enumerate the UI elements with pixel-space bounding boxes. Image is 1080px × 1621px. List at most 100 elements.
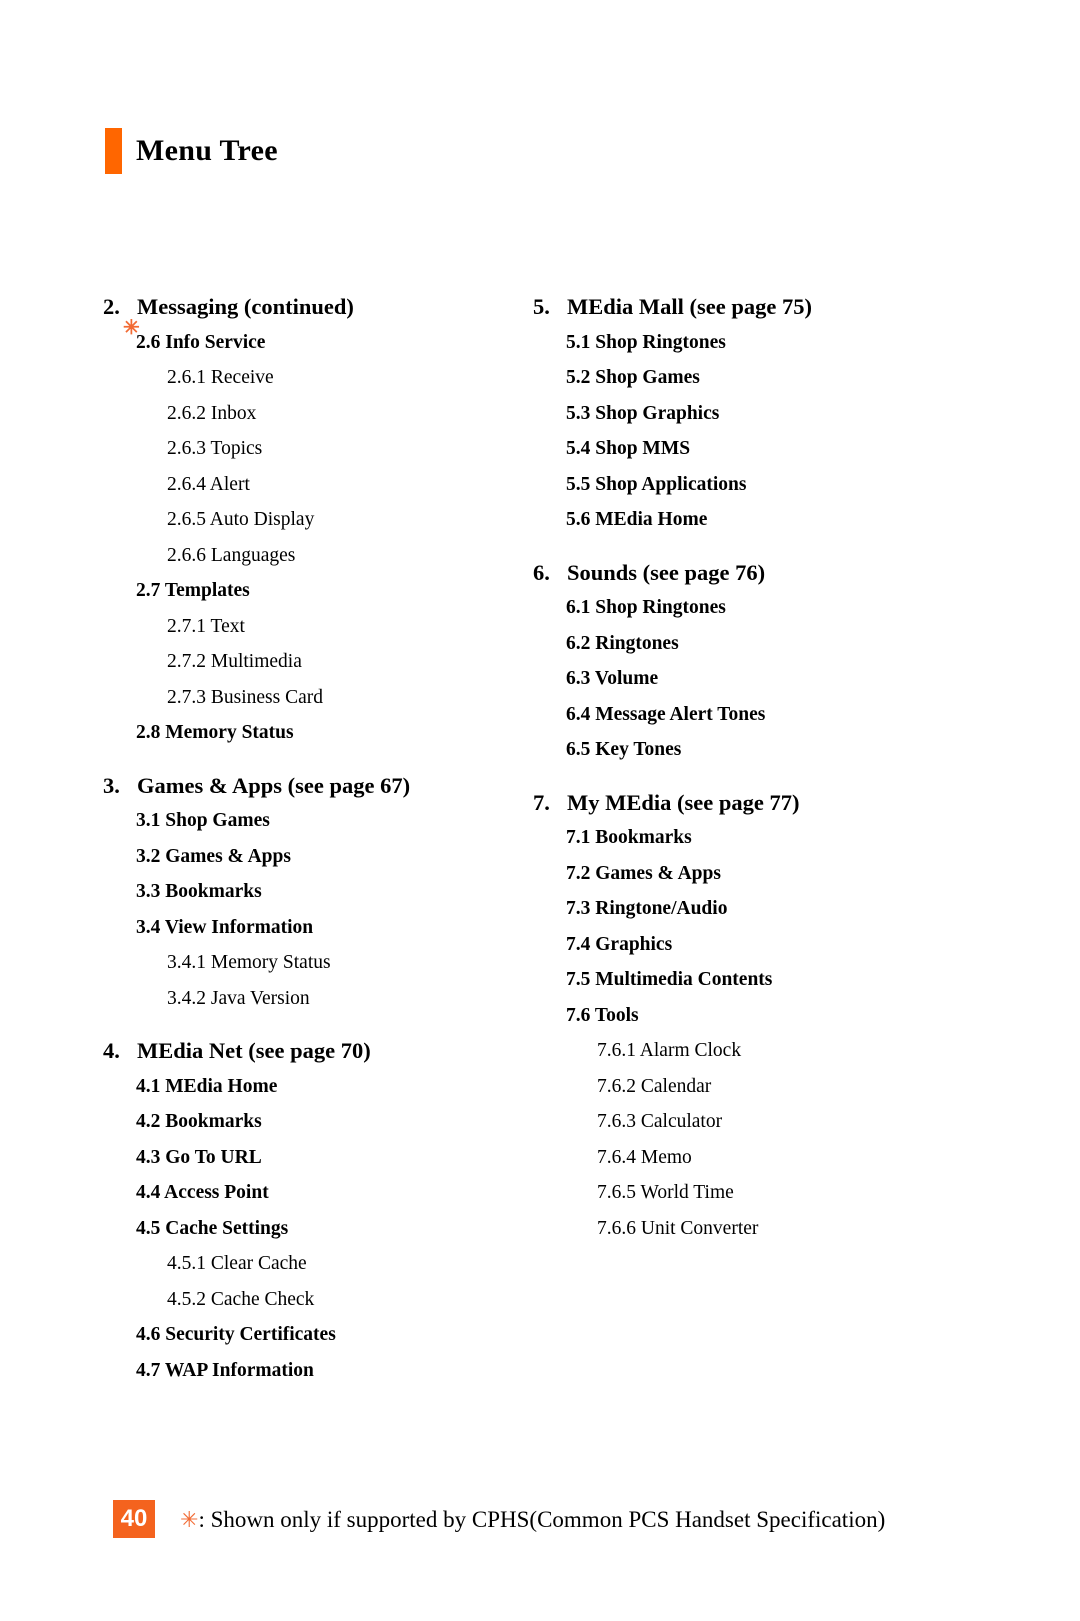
menu-item-level3: 7.6.6 Unit Converter (597, 1217, 963, 1239)
page-header: Menu Tree (105, 128, 278, 174)
menu-item-label: 3.1 Shop Games (136, 810, 270, 831)
menu-item-level2: 5.6 MEdia Home (566, 510, 963, 530)
right-column: 5. MEdia Mall (see page 75) 5.1 Shop Ringt… (533, 294, 963, 1380)
menu-item-level3: 7.6.1 Alarm Clock (597, 1041, 963, 1061)
menu-item-label: 4.5.2 Cache Check (167, 1288, 315, 1310)
menu-item-level2: 7.2 Games & Apps (566, 862, 963, 884)
menu-item-label: 6.5 Key Tones (566, 739, 682, 760)
menu-item-level2: 6.2 Ringtones (566, 632, 963, 654)
footnote: ✳: Shown only if supported by CPHS(Commo… (180, 1508, 885, 1531)
menu-item-label: 2.6.2 Inbox (167, 402, 257, 424)
menu-item-level3: 7.6.5 World Time (597, 1183, 963, 1203)
menu-item-level2: 7.3 Ringtone/Audio (566, 899, 963, 919)
section-number: 3. (103, 772, 120, 798)
menu-item-label: 7.1 Bookmarks (566, 827, 692, 848)
menu-item-label: 6.4 Message Alert Tones (566, 703, 766, 725)
section-heading: 4. MEdia Net (see page 70) (103, 1038, 533, 1063)
menu-item-level2: 4.2 Bookmarks (136, 1112, 533, 1132)
menu-tree-columns: 2. Messaging (continued) ✳ 2.6 Info Service… (0, 294, 1080, 1381)
manual-page: Menu Tree 2. Messaging (continued) ✳ 2.6 In… (0, 0, 1080, 1621)
menu-item-label: 7.6 Tools (566, 1004, 639, 1026)
menu-section: 2. Messaging (continued) ✳ 2.6 Info Service… (103, 294, 533, 743)
menu-item-label: 7.6.6 Unit Converter (597, 1217, 759, 1239)
menu-item-level2: 3.4 View Information (136, 917, 533, 938)
menu-item-label: 5.6 MEdia Home (566, 509, 708, 530)
menu-item-label: 2.6.4 Alert (167, 473, 250, 495)
menu-item-level3: 4.5.2 Cache Check (167, 1288, 533, 1310)
menu-item-level2: 5.4 Shop MMS (566, 439, 963, 459)
section-heading: 7. My MEdia (see page 77) (533, 789, 963, 815)
menu-item-label: 2.6.5 Auto Display (167, 509, 315, 530)
menu-item-label: 2.8 Memory Status (136, 722, 294, 743)
section-label: My MEdia (see page 77) (567, 789, 800, 815)
menu-item-label: 7.6.5 World Time (597, 1182, 734, 1203)
menu-item-label: 5.5 Shop Applications (566, 473, 747, 495)
section-number: 6. (533, 559, 550, 585)
menu-item-label: 3.3 Bookmarks (136, 881, 262, 902)
section-label: Sounds (see page 76) (567, 559, 766, 585)
menu-section: 7. My MEdia (see page 77) 7.1 Bookmarks 7.2… (533, 789, 963, 1239)
menu-item-label: 7.2 Games & Apps (566, 862, 721, 884)
menu-item-label: 3.2 Games & Apps (136, 845, 291, 867)
menu-item-label: 2.7.3 Business Card (167, 686, 323, 708)
menu-item-label: 7.6.4 Memo (597, 1146, 692, 1168)
menu-section: 4. MEdia Net (see page 70) 4.1 MEdia Home 4… (103, 1038, 533, 1381)
section-number: 5. (533, 294, 550, 319)
footnote-asterisk-icon: ✳ (180, 1506, 199, 1532)
section-label: Messaging (continued) (137, 294, 354, 319)
menu-item-level3: 3.4.2 Java Version (167, 987, 533, 1009)
menu-item-level3: 7.6.3 Calculator (597, 1112, 963, 1132)
menu-item-level2: 3.3 Bookmarks (136, 882, 533, 902)
menu-item-level2: 4.7 WAP Information (136, 1360, 533, 1381)
menu-item-level2: 4.5 Cache Settings (136, 1217, 533, 1239)
left-column: 2. Messaging (continued) ✳ 2.6 Info Service… (103, 294, 533, 1381)
page-number-badge: 40 (113, 1500, 155, 1538)
menu-item-level2: 2.8 Memory Status (136, 723, 533, 743)
menu-item-label: 4.1 MEdia Home (136, 1075, 278, 1097)
menu-item-label: 7.3 Ringtone/Audio (566, 898, 728, 919)
section-number: 7. (533, 789, 550, 815)
menu-item-level2: 7.4 Graphics (566, 934, 963, 955)
menu-item-label: 6.3 Volume (566, 668, 659, 689)
menu-item-level3: 3.4.1 Memory Status (167, 953, 533, 973)
menu-item-level3: 7.6.4 Memo (597, 1146, 963, 1168)
menu-item-label: 7.6.2 Calendar (597, 1075, 712, 1097)
menu-item-level2: 4.1 MEdia Home (136, 1075, 533, 1097)
menu-item-label: 3.4.2 Java Version (167, 987, 310, 1009)
section-heading: 5. MEdia Mall (see page 75) (533, 294, 963, 319)
menu-item-level2: 4.3 Go To URL (136, 1146, 533, 1168)
menu-item-level2: 3.1 Shop Games (136, 811, 533, 831)
menu-item-label: 4.3 Go To URL (136, 1146, 262, 1168)
menu-item-level2: 7.6 Tools (566, 1004, 963, 1026)
menu-item-label: 4.6 Security Certificates (136, 1324, 336, 1345)
menu-item-label: 3.4.1 Memory Status (167, 952, 331, 973)
menu-item-label: 4.5 Cache Settings (136, 1217, 289, 1239)
menu-item-label: 2.7.2 Multimedia (167, 651, 302, 672)
menu-item-level3: 2.6.3 Topics (167, 439, 533, 459)
menu-item-label: 7.5 Multimedia Contents (566, 969, 773, 990)
menu-item-level3: 2.7.1 Text (167, 616, 533, 637)
menu-item-level2: 6.5 Key Tones (566, 740, 963, 760)
menu-item-level3: 2.6.4 Alert (167, 473, 533, 495)
menu-item-level2: 5.3 Shop Graphics (566, 403, 963, 424)
menu-item-label: 5.4 Shop MMS (566, 438, 691, 459)
menu-item-label: 2.6.3 Topics (167, 438, 263, 459)
menu-item-label: 5.2 Shop Games (566, 367, 700, 388)
menu-item-label: 4.5.1 Clear Cache (167, 1253, 307, 1274)
section-number: 4. (103, 1038, 120, 1063)
menu-item-label: 5.1 Shop Ringtones (566, 331, 726, 353)
footnote-asterisk-icon: ✳ (123, 316, 140, 339)
section-number: 2. (103, 294, 120, 319)
menu-item-label: 4.4 Access Point (136, 1182, 269, 1203)
section-label: MEdia Net (see page 70) (137, 1038, 371, 1063)
menu-item-label: 6.2 Ringtones (566, 632, 679, 654)
menu-item-level3: 2.6.6 Languages (167, 545, 533, 566)
menu-item-level2: 6.4 Message Alert Tones (566, 703, 963, 725)
accent-bar-icon (105, 128, 122, 174)
menu-item-label: 6.1 Shop Ringtones (566, 597, 726, 618)
page-title: Menu Tree (136, 134, 278, 167)
menu-item-level2: 5.1 Shop Ringtones (566, 331, 963, 353)
menu-item-level2: 7.1 Bookmarks (566, 828, 963, 848)
menu-item-level2: 3.2 Games & Apps (136, 845, 533, 867)
menu-item-level3: 2.7.2 Multimedia (167, 652, 533, 672)
